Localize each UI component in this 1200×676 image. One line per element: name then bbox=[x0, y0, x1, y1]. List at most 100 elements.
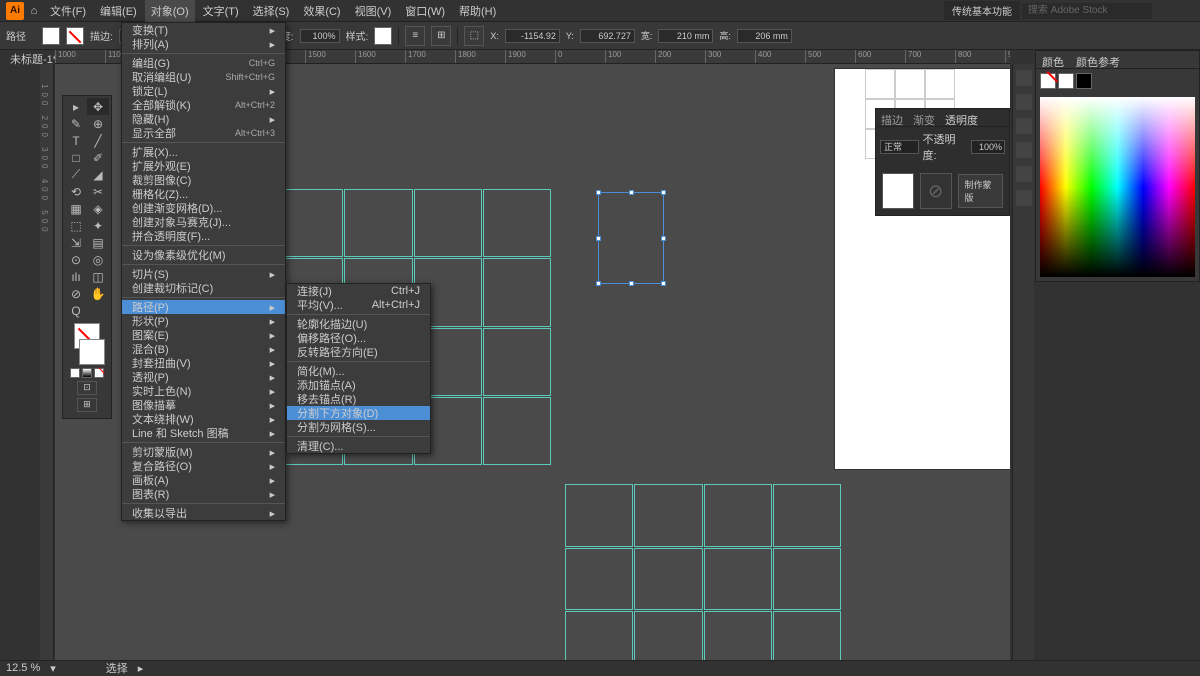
panel-icon[interactable] bbox=[1016, 190, 1032, 206]
tool-button[interactable]: ✐ bbox=[87, 149, 109, 166]
panel-icon[interactable] bbox=[1016, 142, 1032, 158]
home-icon[interactable]: ⌂ bbox=[26, 3, 42, 19]
panel-opacity[interactable]: 100% bbox=[971, 140, 1005, 154]
tool-button[interactable]: ✂ bbox=[87, 183, 109, 200]
menu-item[interactable]: 创建对象马赛克(J)... bbox=[122, 215, 285, 229]
tool-button[interactable]: ⬚ bbox=[65, 217, 87, 234]
menu-item[interactable]: 取消编组(U)Shift+Ctrl+G bbox=[122, 70, 285, 84]
tool-button[interactable]: ◢ bbox=[87, 166, 109, 183]
tool-button[interactable]: ⊘ bbox=[65, 285, 87, 302]
menu-object[interactable]: 对象(O) bbox=[145, 0, 195, 22]
menu-item[interactable]: 显示全部Alt+Ctrl+3 bbox=[122, 126, 285, 140]
tool-button[interactable]: ╱ bbox=[87, 132, 109, 149]
menu-item[interactable]: 切片(S) bbox=[122, 267, 285, 281]
panel-icon[interactable] bbox=[1016, 94, 1032, 110]
tool-button[interactable]: T bbox=[65, 132, 87, 149]
opacity-field[interactable]: 100% bbox=[300, 29, 340, 43]
menu-view[interactable]: 视图(V) bbox=[349, 0, 398, 22]
menu-edit[interactable]: 编辑(E) bbox=[94, 0, 143, 22]
tool-button[interactable]: ⟋ bbox=[65, 166, 87, 183]
tool-button[interactable]: ◈ bbox=[87, 200, 109, 217]
tool-button[interactable] bbox=[87, 302, 109, 319]
tool-button[interactable]: ılı bbox=[65, 268, 87, 285]
y-field[interactable]: 692.727 bbox=[580, 29, 635, 43]
menu-item[interactable]: 裁剪图像(C) bbox=[122, 173, 285, 187]
menu-item[interactable]: 混合(B) bbox=[122, 342, 285, 356]
align-btn2[interactable]: ⊞ bbox=[431, 26, 451, 46]
panel-icon[interactable] bbox=[1016, 70, 1032, 86]
tool-button[interactable]: ⊙ bbox=[65, 251, 87, 268]
color-spectrum[interactable] bbox=[1040, 97, 1195, 277]
menu-help[interactable]: 帮助(H) bbox=[453, 0, 502, 22]
tool-button[interactable]: ▸ bbox=[65, 98, 87, 115]
menu-item[interactable]: 形状(P) bbox=[122, 314, 285, 328]
submenu-item[interactable]: 简化(M)... bbox=[287, 364, 430, 378]
menu-item[interactable]: 图像描摹 bbox=[122, 398, 285, 412]
panel-icon[interactable] bbox=[1016, 118, 1032, 134]
tab-transparency[interactable]: 透明度 bbox=[940, 109, 983, 126]
make-mask-button[interactable]: 制作蒙版 bbox=[958, 174, 1004, 208]
menu-type[interactable]: 文字(T) bbox=[197, 0, 245, 22]
blend-mode[interactable]: 正常 bbox=[880, 140, 919, 154]
menu-item[interactable]: 设为像素级优化(M) bbox=[122, 248, 285, 262]
tab-gradient[interactable]: 渐变 bbox=[908, 109, 940, 126]
fill-swatch[interactable] bbox=[42, 27, 60, 45]
align-btn[interactable]: ≡ bbox=[405, 26, 425, 46]
selected-object[interactable] bbox=[598, 192, 664, 284]
tool-button[interactable]: ✋ bbox=[87, 285, 109, 302]
menu-item[interactable]: 创建渐变网格(D)... bbox=[122, 201, 285, 215]
menu-item[interactable]: 扩展(X)... bbox=[122, 145, 285, 159]
menu-item[interactable]: Line 和 Sketch 图稿 bbox=[122, 426, 285, 440]
h-field[interactable]: 206 mm bbox=[737, 29, 792, 43]
tool-button[interactable]: ▤ bbox=[87, 234, 109, 251]
menu-item[interactable]: 拼合透明度(F)... bbox=[122, 229, 285, 243]
screen-mode[interactable]: ⊞ bbox=[77, 398, 97, 412]
menu-item[interactable]: 全部解锁(K)Alt+Ctrl+2 bbox=[122, 98, 285, 112]
menu-window[interactable]: 窗口(W) bbox=[399, 0, 451, 22]
menu-item[interactable]: 封套扭曲(V) bbox=[122, 356, 285, 370]
menu-item[interactable]: 透视(P) bbox=[122, 370, 285, 384]
menu-select[interactable]: 选择(S) bbox=[247, 0, 296, 22]
tab-color[interactable]: 颜色 bbox=[1036, 51, 1070, 68]
submenu-item[interactable]: 添加锚点(A) bbox=[287, 378, 430, 392]
menu-item[interactable]: 复合路径(O) bbox=[122, 459, 285, 473]
panel-icon[interactable] bbox=[1016, 166, 1032, 182]
submenu-item[interactable]: 清理(C)... bbox=[287, 439, 430, 453]
submenu-item[interactable]: 反转路径方向(E) bbox=[287, 345, 430, 359]
submenu-item[interactable]: 平均(V)...Alt+Ctrl+J bbox=[287, 298, 430, 312]
stroke-swatch-large[interactable] bbox=[79, 339, 105, 365]
menu-item[interactable]: 图案(E) bbox=[122, 328, 285, 342]
transform-btn[interactable]: ⬚ bbox=[464, 26, 484, 46]
tool-button[interactable]: ✥ bbox=[87, 98, 109, 115]
tab-stroke[interactable]: 描边 bbox=[876, 109, 908, 126]
submenu-item[interactable]: 移去锚点(R) bbox=[287, 392, 430, 406]
grid-shapes-bottom[interactable] bbox=[565, 484, 841, 660]
menu-item[interactable]: 隐藏(H) bbox=[122, 112, 285, 126]
menu-file[interactable]: 文件(F) bbox=[44, 0, 92, 22]
tool-button[interactable]: □ bbox=[65, 149, 87, 166]
tool-button[interactable]: ⊕ bbox=[87, 115, 109, 132]
menu-item[interactable]: 路径(P) bbox=[122, 300, 285, 314]
submenu-item[interactable]: 连接(J)Ctrl+J bbox=[287, 284, 430, 298]
mask-slot[interactable]: ⊘ bbox=[920, 173, 952, 209]
tool-button[interactable]: ▦ bbox=[65, 200, 87, 217]
cp-fill[interactable] bbox=[1040, 73, 1056, 89]
menu-item[interactable]: 文本绕排(W) bbox=[122, 412, 285, 426]
menu-item[interactable]: 变换(T) bbox=[122, 23, 285, 37]
tool-button[interactable]: ✎ bbox=[65, 115, 87, 132]
zoom-level[interactable]: 12.5 % bbox=[6, 662, 40, 674]
submenu-item[interactable]: 分割下方对象(D) bbox=[287, 406, 430, 420]
menu-item[interactable]: 栅格化(Z)... bbox=[122, 187, 285, 201]
tool-button[interactable]: ◎ bbox=[87, 251, 109, 268]
submenu-item[interactable]: 轮廓化描边(U) bbox=[287, 317, 430, 331]
menu-item[interactable]: 锁定(L) bbox=[122, 84, 285, 98]
menu-item[interactable]: 画板(A) bbox=[122, 473, 285, 487]
x-field[interactable]: -1154.92 bbox=[505, 29, 560, 43]
menu-item[interactable]: 实时上色(N) bbox=[122, 384, 285, 398]
menu-item[interactable]: 扩展外观(E) bbox=[122, 159, 285, 173]
tool-button[interactable]: ✦ bbox=[87, 217, 109, 234]
w-field[interactable]: 210 mm bbox=[658, 29, 713, 43]
submenu-item[interactable]: 分割为网格(S)... bbox=[287, 420, 430, 434]
cp-swatch[interactable] bbox=[1076, 73, 1092, 89]
cp-swatch[interactable] bbox=[1058, 73, 1074, 89]
